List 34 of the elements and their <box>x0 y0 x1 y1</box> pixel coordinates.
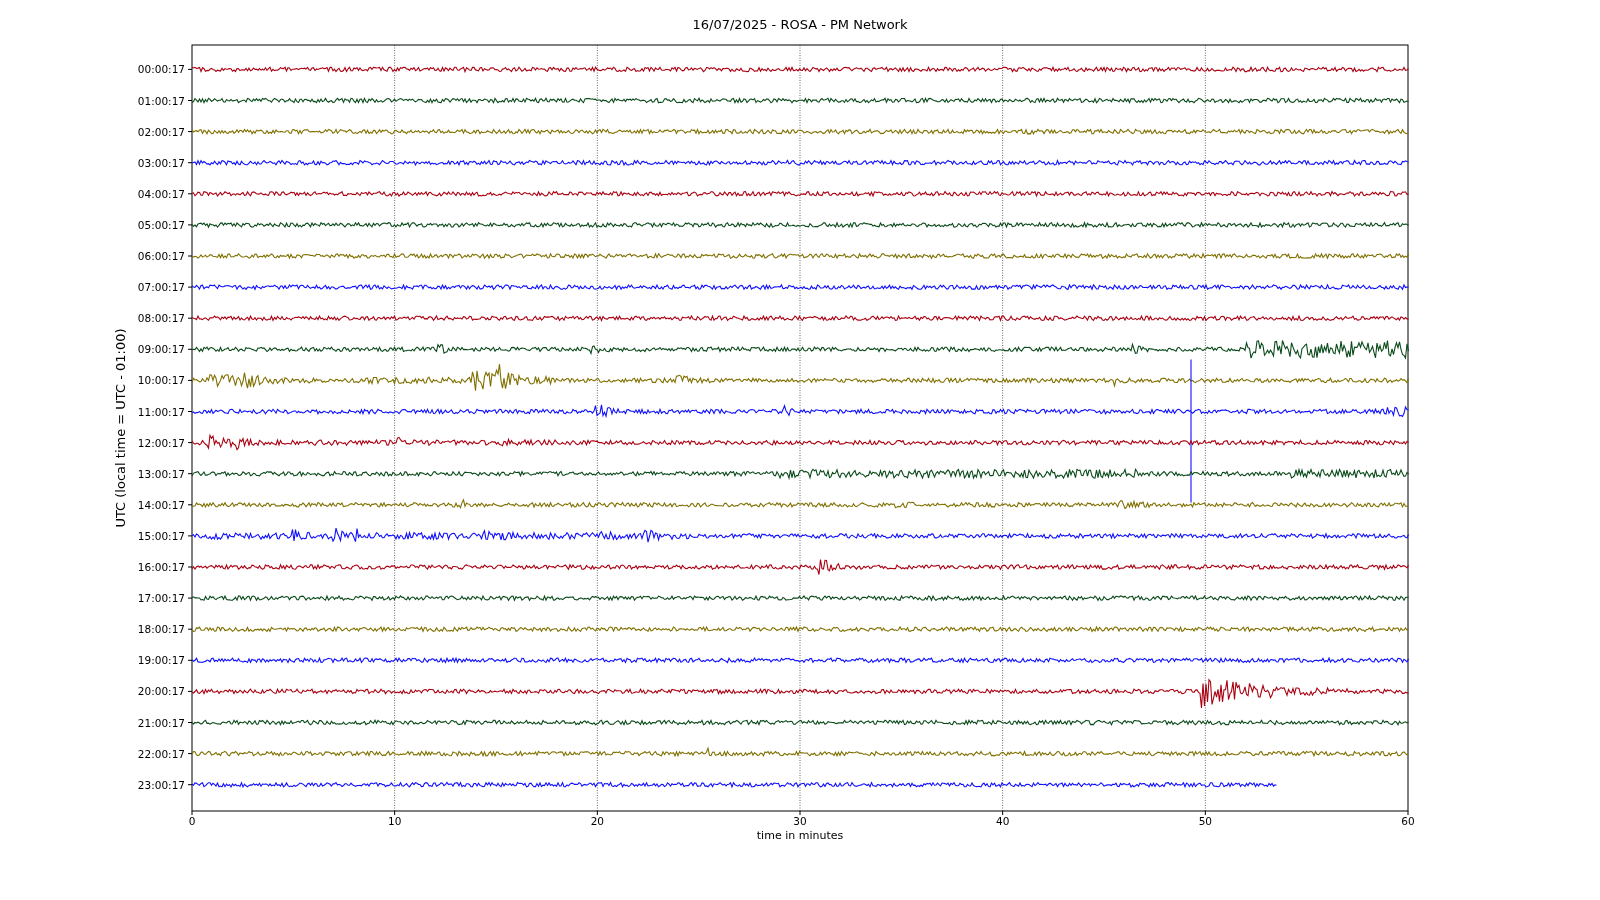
y-tick-label: 11:00:17 <box>137 405 185 418</box>
y-tick-label: 14:00:17 <box>137 498 185 511</box>
y-tick-label: 20:00:17 <box>137 685 185 698</box>
x-tick-label: 60 <box>1401 815 1415 827</box>
y-tick-label: 00:00:17 <box>137 63 185 76</box>
y-tick-label: 09:00:17 <box>137 343 185 356</box>
y-tick-label: 16:00:17 <box>137 561 185 573</box>
y-tick-label: 18:00:17 <box>137 623 185 636</box>
x-tick-label: 50 <box>1198 815 1212 827</box>
y-tick-label: 17:00:17 <box>137 592 185 605</box>
y-tick-label: 15:00:17 <box>137 529 185 542</box>
x-tick-label: 40 <box>995 815 1010 827</box>
y-tick-label: 22:00:17 <box>137 747 185 760</box>
x-tick-label: 10 <box>387 815 402 827</box>
y-tick-label: 01:00:17 <box>137 94 185 107</box>
y-tick-label: 10:00:17 <box>137 374 185 387</box>
x-tick-label: 20 <box>590 815 604 827</box>
y-tick-label: 03:00:17 <box>137 156 185 169</box>
y-axis-label: UTC (local time = UTC - 01:00) <box>112 328 128 528</box>
y-tick-label: 23:00:17 <box>137 778 185 791</box>
x-axis-label: time in minutes <box>756 829 844 842</box>
y-tick-label: 06:00:17 <box>137 250 185 262</box>
y-tick-label: 13:00:17 <box>137 467 185 480</box>
y-tick-label: 05:00:17 <box>137 218 185 231</box>
y-tick-label: 07:00:17 <box>137 281 185 294</box>
x-tick-label: 30 <box>793 815 807 827</box>
y-tick-label: 21:00:17 <box>137 716 185 729</box>
x-tick-label: 0 <box>188 815 196 827</box>
y-tick-label: 19:00:17 <box>137 654 185 667</box>
y-tick-label: 02:00:17 <box>137 125 185 138</box>
y-tick-label: 08:00:17 <box>137 312 185 325</box>
chart-title: 16/07/2025 - ROSA - PM Network <box>692 17 908 32</box>
y-tick-label: 12:00:17 <box>137 436 185 449</box>
y-tick-label: 04:00:17 <box>137 187 185 200</box>
